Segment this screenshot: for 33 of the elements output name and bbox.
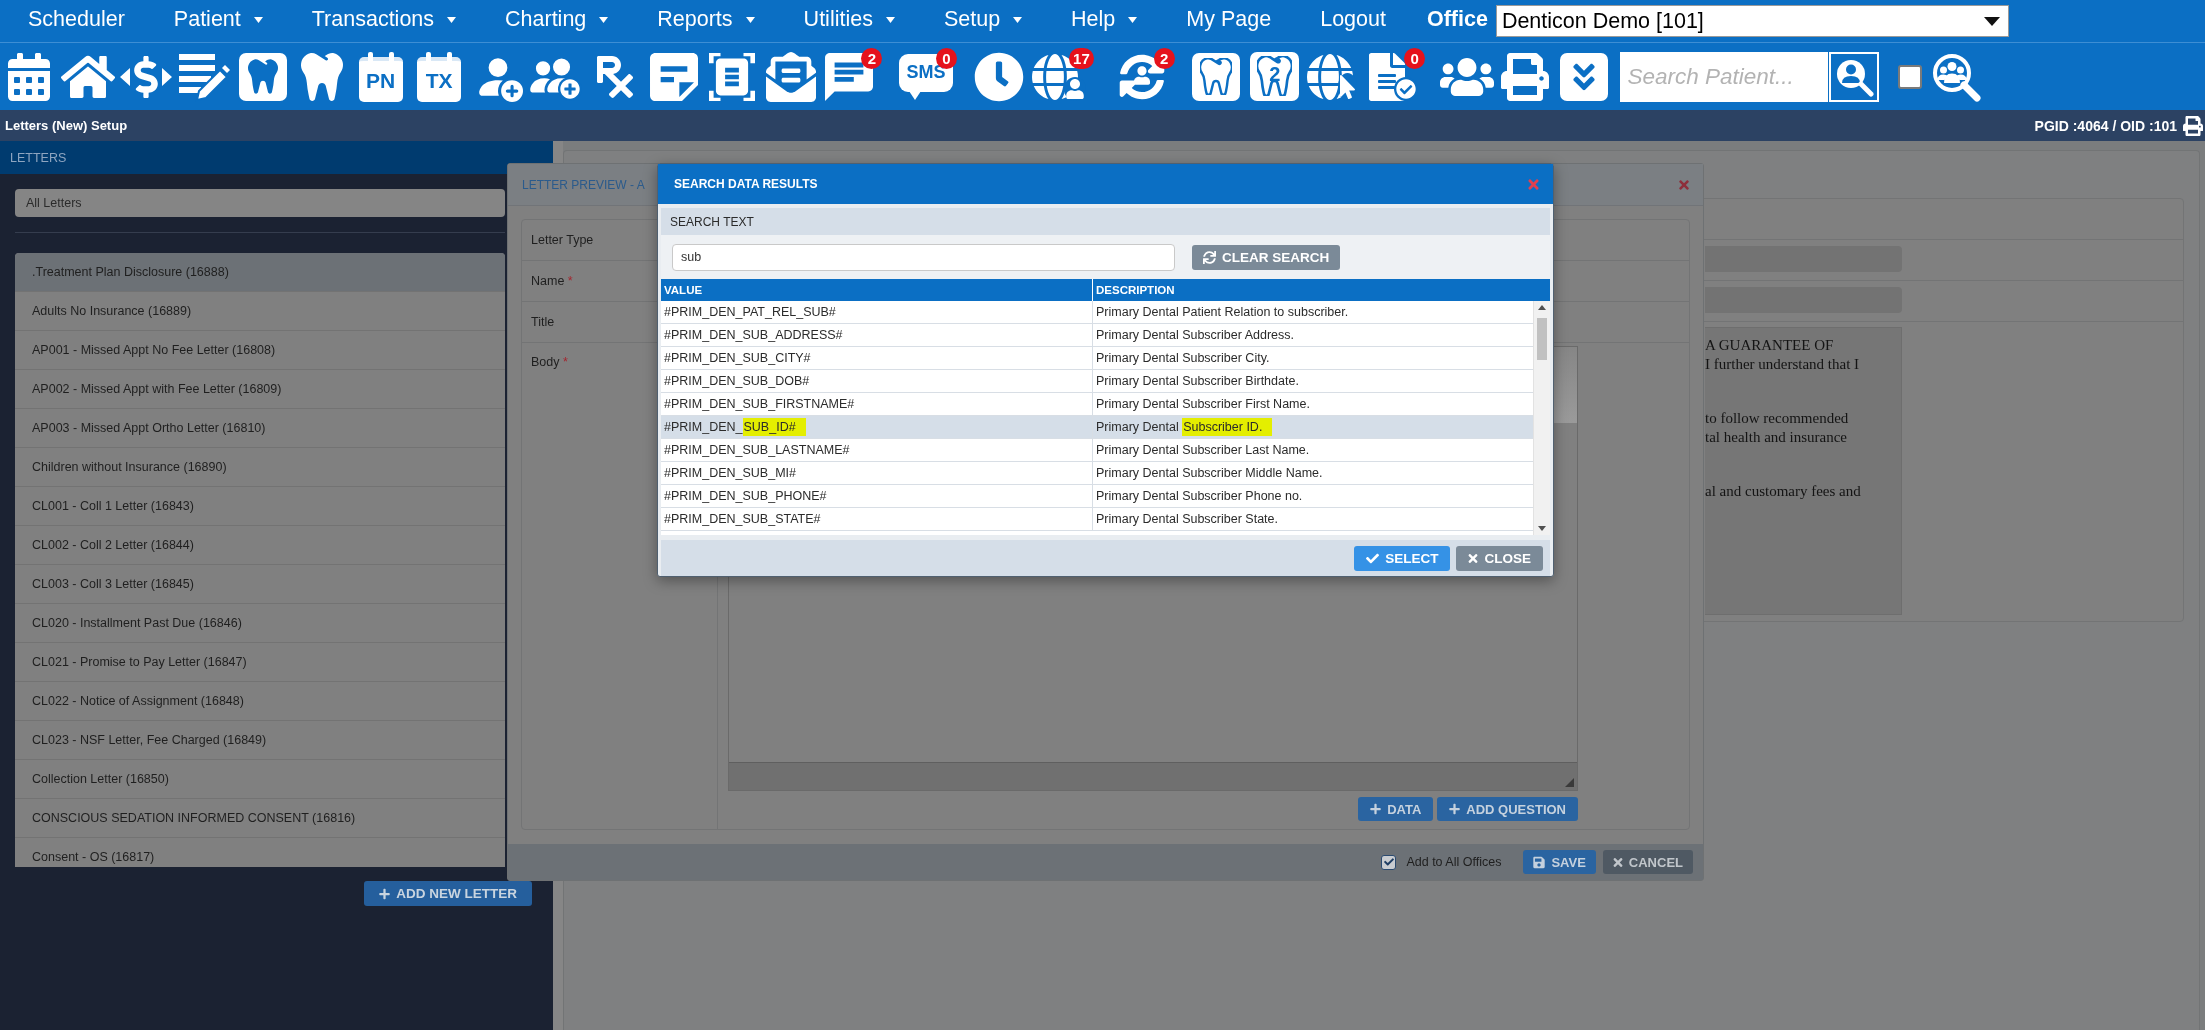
count-badge: 2 (1153, 47, 1175, 69)
table-cell: Primary Dental Subscriber ID. (1092, 416, 1533, 438)
count-badge: 0 (1404, 47, 1426, 69)
letter-text-line: al and customary fees and (1705, 482, 1862, 501)
checkbox-label: Add to All Offices (1406, 855, 1502, 869)
count-badge: 17 (1069, 47, 1094, 69)
table-cell-text: #PRIM_DEN_PAT_REL_SUB# (663, 304, 837, 321)
letter-text-line: to follow recommended (1705, 409, 1850, 428)
field-label: Letter Type (531, 233, 594, 247)
column-header: VALUE (663, 283, 704, 298)
count-badge: 2 (861, 47, 883, 69)
letter-text-line: A GUARANTEE OF (1705, 336, 1835, 355)
field-label: Name * (531, 274, 573, 288)
table-cell-text: #PRIM_DEN_SUB_MI# (663, 465, 797, 482)
table-cell-text: #PRIM_DEN_SUB_PHONE# (663, 488, 828, 505)
letter-text-line: tal health and insurance (1705, 428, 1849, 447)
id-label: PGID :4064 / OID :101 (2034, 117, 2177, 134)
table-cell-text: #PRIM_DEN_SUB_STATE# (663, 511, 822, 528)
field-label: Title (531, 315, 555, 329)
table-cell-text: #PRIM_DEN_SUB_LASTNAME# (663, 442, 851, 459)
page-title: Letters (New) Setup (5, 118, 128, 133)
dialog-title: SEARCH DATA RESULTS (674, 177, 818, 191)
table-cell-text: #PRIM_DEN_SUB_DOB# (663, 373, 811, 390)
field-label: Body * (531, 355, 568, 369)
table-cell: #PRIM_DEN_SUB_ID# (661, 416, 1092, 438)
table-cell-text: #PRIM_DEN_SUB_FIRSTNAME# (663, 396, 856, 413)
dialog-title: LETTER PREVIEW - A (522, 177, 645, 192)
letter-text-line: I further understand that I (1705, 355, 1861, 374)
table-cell-text: #PRIM_DEN_SUB_ADDRESS# (663, 327, 844, 344)
panel-header: LETTERS (0, 141, 553, 174)
office-label: Office (1426, 7, 1488, 32)
section-header: SEARCH TEXT (661, 208, 1550, 235)
table-cell-text: #PRIM_DEN_SUB_CITY# (663, 350, 812, 367)
